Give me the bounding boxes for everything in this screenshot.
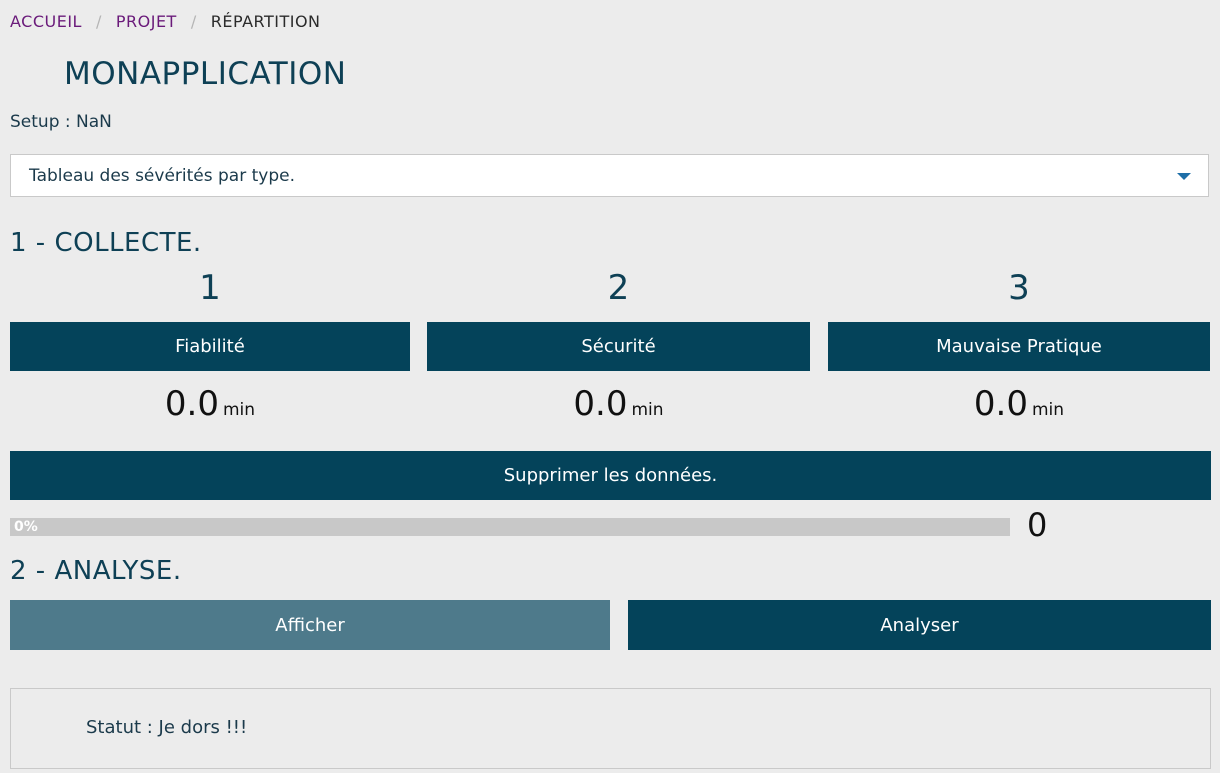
fiabilite-button[interactable]: Fiabilité	[10, 322, 410, 371]
breadcrumb: ACCUEIL / PROJET / RÉPARTITION	[10, 12, 321, 31]
metric-value: 0.0	[573, 384, 628, 424]
fiabilite-metric: 0.0 min	[10, 384, 410, 424]
progress-label: 0%	[14, 519, 38, 535]
breadcrumb-current: RÉPARTITION	[210, 12, 321, 31]
metric-value: 0.0	[164, 384, 219, 424]
status-panel: Statut : Je dors !!!	[10, 688, 1211, 769]
column-number: 3	[1008, 268, 1030, 308]
securite-button[interactable]: Sécurité	[427, 322, 810, 371]
status-text: Statut : Je dors !!!	[86, 717, 248, 738]
setup-label: Setup : NaN	[10, 112, 112, 132]
afficher-button[interactable]: Afficher	[10, 600, 610, 650]
app-title: MONAPPLICATION	[64, 56, 347, 92]
mauvaise-pratique-metric: 0.0 min	[828, 384, 1210, 424]
metric-unit: min	[1032, 400, 1065, 420]
mauvaise-pratique-button[interactable]: Mauvaise Pratique	[828, 322, 1210, 371]
section-collecte-title: 1 - COLLECTE.	[10, 228, 202, 258]
metric-value: 0.0	[973, 384, 1028, 424]
breadcrumb-projet[interactable]: PROJET	[116, 12, 177, 31]
metric-unit: min	[223, 400, 256, 420]
analyser-button[interactable]: Analyser	[628, 600, 1211, 650]
delete-data-button[interactable]: Supprimer les données.	[10, 451, 1211, 500]
progress-bar: 0%	[10, 518, 1010, 536]
section-analyse-title: 2 - ANALYSE.	[10, 556, 182, 586]
metric-unit: min	[631, 400, 664, 420]
breadcrumb-accueil[interactable]: ACCUEIL	[10, 12, 82, 31]
caret-down-icon	[1177, 173, 1191, 180]
breadcrumb-separator: /	[190, 12, 197, 31]
column-number: 2	[607, 268, 630, 308]
securite-metric: 0.0 min	[427, 384, 810, 424]
breadcrumb-separator: /	[95, 12, 102, 31]
column-number: 1	[199, 268, 221, 308]
severity-table-select[interactable]: Tableau des sévérités par type.	[10, 154, 1209, 197]
progress-counter: 0	[1027, 506, 1048, 544]
select-value: Tableau des sévérités par type.	[29, 165, 295, 186]
